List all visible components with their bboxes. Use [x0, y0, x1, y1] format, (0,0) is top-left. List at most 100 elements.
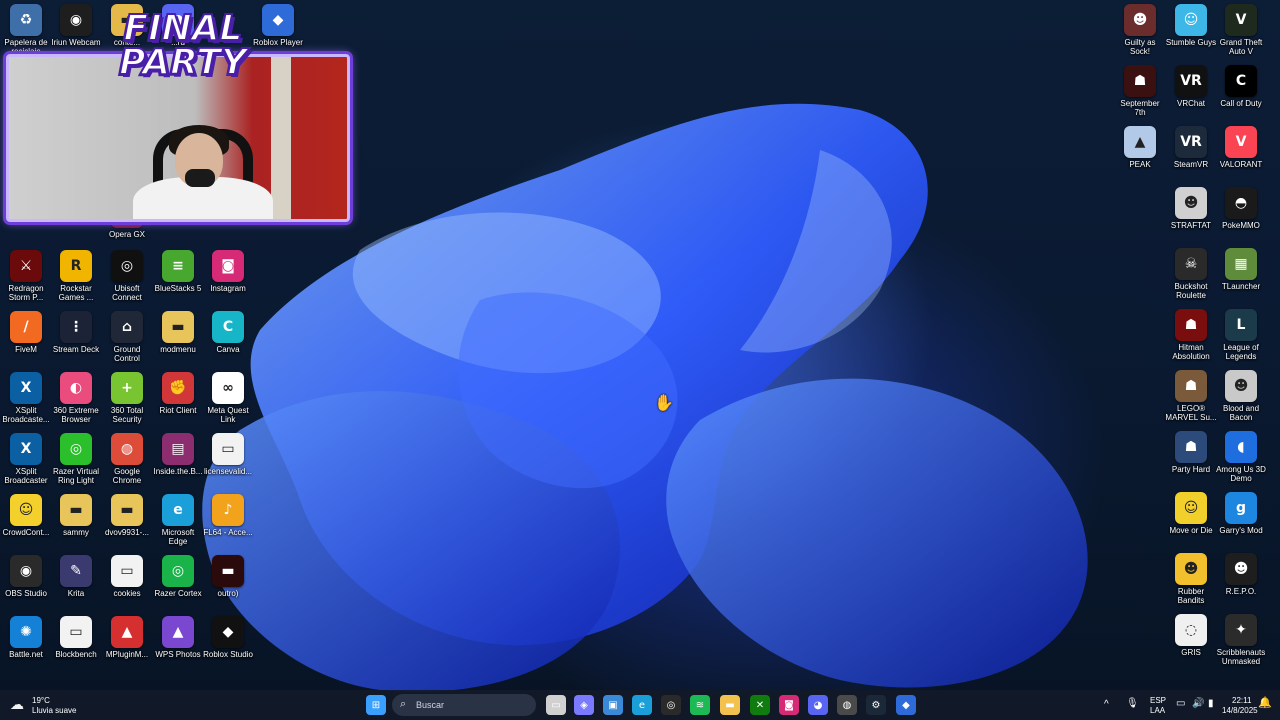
desktop-icon[interactable]: ▦ TLauncher [1215, 248, 1267, 291]
desktop-icon[interactable]: ☗ September 7th [1114, 65, 1166, 117]
network-icon[interactable]: ▭ [1176, 699, 1185, 709]
desktop-icon[interactable]: ☗ Hitman Absolution [1165, 309, 1217, 361]
desktop-icon[interactable]: L League of Legends [1215, 309, 1267, 361]
desktop-icon[interactable]: ◆ Roblox Studio [202, 616, 254, 659]
desktop-icon[interactable]: ◐ 360 Extreme Browser [50, 372, 102, 424]
desktop-icon[interactable]: ✎ Krita [50, 555, 102, 598]
desktop-icon-label: Google Chrome [112, 467, 142, 485]
canva-icon: C [212, 311, 244, 343]
desktop-icon[interactable]: ◓ PokeMMO [1215, 187, 1267, 230]
desktop-icon[interactable]: ☠ Buckshot Roulette [1165, 248, 1217, 300]
desktop-icon[interactable]: g Garry's Mod [1215, 492, 1267, 535]
desktop-icon[interactable]: ◖ Among Us 3D Demo [1215, 431, 1267, 483]
desktop-icon[interactable]: ▲ WPS Photos [152, 616, 204, 659]
microsoft-store-icon[interactable]: ▣ [603, 695, 623, 715]
desktop-icon[interactable]: ▬ dvov9931-... [101, 494, 153, 537]
instagram-icon[interactable]: ◙ [779, 695, 799, 715]
battery-icon[interactable]: ▮ [1208, 699, 1214, 709]
desktop-icon[interactable]: +360 Total Security [101, 372, 153, 424]
desktop-icon[interactable]: ◆ Roblox Player [252, 4, 304, 47]
desktop-icon[interactable]: ♪ FL64 - Acce... [202, 494, 254, 537]
language-bottom[interactable]: LAA [1150, 706, 1165, 716]
desktop-icon[interactable]: ∞ Meta Quest Link [202, 372, 254, 424]
edge-icon[interactable]: e [632, 695, 652, 715]
folder-icon: ▬ [60, 494, 92, 526]
desktop-icon-label: 360 Total Security [110, 406, 144, 424]
desktop-icon[interactable]: ▬ sammy [50, 494, 102, 537]
desktop-icon[interactable]: ▬ outro) [202, 555, 254, 598]
360-security-icon: + [111, 372, 143, 404]
desktop-icon[interactable]: ♻ Papelera de reciclaje [0, 4, 52, 56]
desktop-icon[interactable]: ▲ MPluginM... [101, 616, 153, 659]
desktop-icon[interactable]: ▬ modmenu [152, 311, 204, 354]
desktop-icon[interactable]: ▲ PEAK [1114, 126, 1166, 169]
desktop-icon[interactable]: ☻ STRAFTAT [1165, 187, 1217, 230]
desktop-icon[interactable]: ▭ cookies [101, 555, 153, 598]
desktop-icon-label: Razer Virtual Ring Light [52, 467, 100, 485]
language-top[interactable]: ESP [1150, 696, 1166, 706]
desktop-icon[interactable]: ◍ Google Chrome [101, 433, 153, 485]
desktop-icon[interactable]: ☗ LEGO® MARVEL Su... [1165, 370, 1217, 422]
desktop-icon[interactable]: ◎ Razer Cortex [152, 555, 204, 598]
steam-icon[interactable]: ⚙ [866, 695, 886, 715]
clock-time[interactable]: 22:11 [1232, 696, 1251, 706]
desktop-icon[interactable]: ▭ licensevalid... [202, 433, 254, 476]
desktop-icon[interactable]: ◎ Razer Virtual Ring Light [50, 433, 102, 485]
weather-temperature[interactable]: 19°C [32, 696, 50, 706]
desktop-icon[interactable]: ✺ Battle.net [0, 616, 52, 659]
desktop-icon[interactable]: ✦ Scribblenauts Unmasked [1215, 614, 1267, 666]
desktop-icon[interactable]: ◌ GRIS [1165, 614, 1217, 657]
desktop-icon[interactable]: e Microsoft Edge [152, 494, 204, 546]
desktop-icon[interactable]: ☺ Stumble Guys [1165, 4, 1217, 47]
desktop-icon[interactable]: ☗ Party Hard [1165, 431, 1217, 474]
spotify-icon[interactable]: ≋ [690, 695, 710, 715]
desktop-icon[interactable]: VR VRChat [1165, 65, 1217, 108]
weather-icon[interactable]: ☁ [10, 696, 24, 713]
desktop-icon[interactable]: ✊ Riot Client [152, 372, 204, 415]
desktop-icon[interactable]: V VALORANT [1215, 126, 1267, 169]
desktop-icon-label: FiveM [15, 345, 37, 354]
discord-icon[interactable]: ◕ [808, 695, 828, 715]
desktop-icon[interactable]: ☻ R.E.P.O. [1215, 553, 1267, 596]
chrome-icon[interactable]: ◍ [837, 695, 857, 715]
desktop-icon[interactable]: ≡ BlueStacks 5 [152, 250, 204, 293]
desktop-icon[interactable]: ◉ OBS Studio [0, 555, 52, 598]
desktop-icon[interactable]: X XSplit Broadcaster [0, 433, 52, 485]
desktop-icon[interactable]: ☻ Rubber Bandits [1165, 553, 1217, 605]
desktop-icon[interactable]: ⋮ Stream Deck [50, 311, 102, 354]
desktop-icon[interactable]: ☻ Blood and Bacon [1215, 370, 1267, 422]
desktop-icon[interactable]: ◉ Iriun Webcam [50, 4, 102, 47]
bluestacks-icon: ≡ [162, 250, 194, 282]
desktop-icon[interactable]: ▤ Inside.the.B... [152, 433, 204, 476]
desktop-icon-label: League of Legends [1223, 343, 1259, 361]
volume-icon[interactable]: 🔊 [1192, 699, 1204, 709]
game-overlay-icon[interactable]: ◎ [661, 695, 681, 715]
notification-bell-icon[interactable]: 🔔 [1258, 698, 1272, 709]
chevron-up-icon[interactable]: ^ [1104, 700, 1109, 710]
file-explorer-icon[interactable]: ▬ [720, 695, 740, 715]
taskbar-search-input[interactable]: ⌕ Buscar [392, 694, 536, 716]
task-view-icon[interactable]: ▭ [546, 695, 566, 715]
desktop-icon[interactable]: R Rockstar Games ... [50, 250, 102, 302]
clock-date[interactable]: 14/8/2025 [1222, 706, 1258, 716]
desktop-icon[interactable]: V Grand Theft Auto V [1215, 4, 1267, 56]
desktop-icon[interactable]: ☺ Move or Die [1165, 492, 1217, 535]
desktop-icon[interactable]: ☺ CrowdCont... [0, 494, 52, 537]
microphone-icon[interactable]: 🎙 [1126, 699, 1139, 709]
desktop-icon[interactable]: / FiveM [0, 311, 52, 354]
desktop-icon[interactable]: ⌂ Ground Control [101, 311, 153, 363]
desktop-icon[interactable]: X XSplit Broadcaste... [0, 372, 52, 424]
start-button[interactable]: ⊞ [366, 695, 386, 715]
desktop-icon[interactable]: ☻ Guilty as Sock! [1114, 4, 1166, 56]
weather-description[interactable]: Lluvia suave [32, 706, 76, 716]
desktop-icon[interactable]: C Call of Duty [1215, 65, 1267, 108]
roblox-icon[interactable]: ◆ [896, 695, 916, 715]
desktop-icon[interactable]: VR SteamVR [1165, 126, 1217, 169]
xbox-icon[interactable]: ✕ [750, 695, 770, 715]
desktop-icon[interactable]: ▭ Blockbench [50, 616, 102, 659]
desktop-icon[interactable]: C Canva [202, 311, 254, 354]
desktop-icon[interactable]: ◎ Ubisoft Connect [101, 250, 153, 302]
copilot-icon[interactable]: ◈ [574, 695, 594, 715]
desktop-icon[interactable]: ⚔ Redragon Storm P... [0, 250, 52, 302]
desktop-icon[interactable]: ◙ Instagram [202, 250, 254, 293]
